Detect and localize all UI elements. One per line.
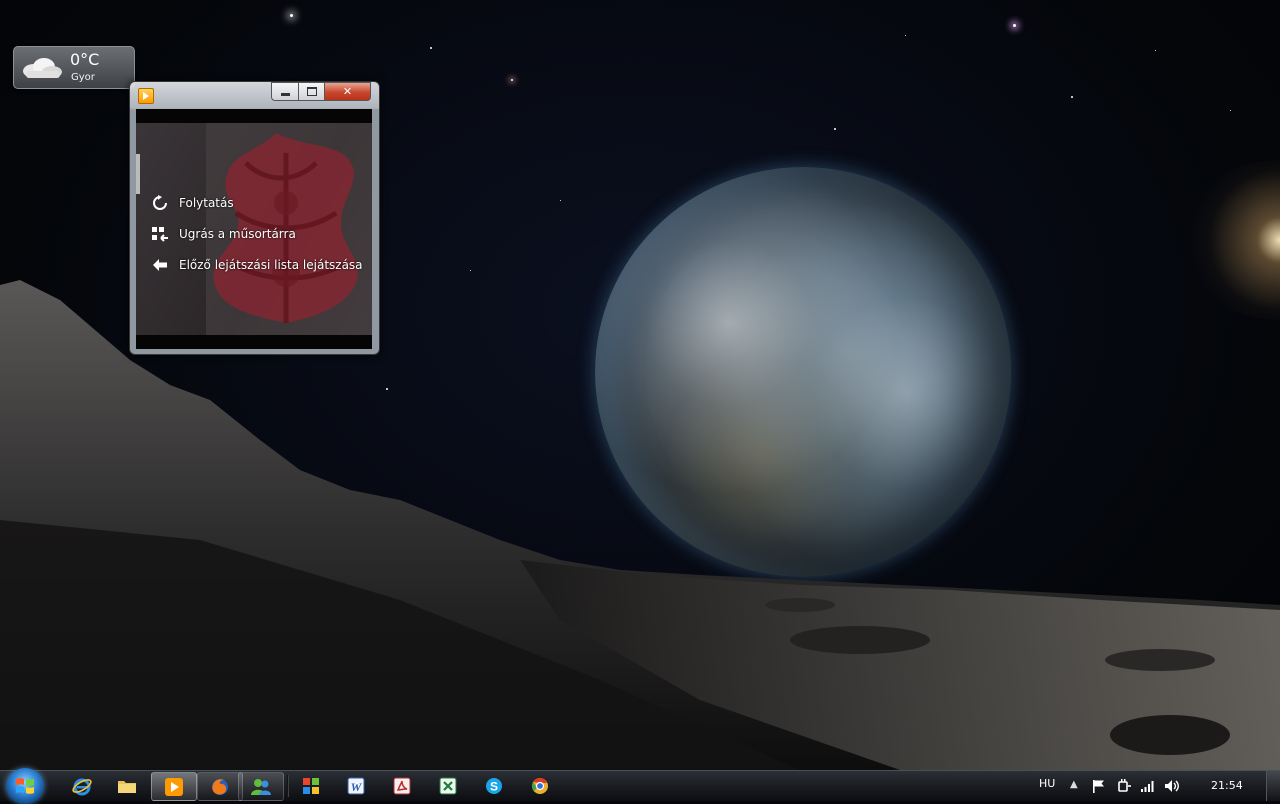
close-button[interactable]: ✕	[325, 82, 371, 101]
weather-city: Gyor	[71, 72, 95, 83]
resume-label: Folytatás	[179, 195, 234, 210]
windows-explorer-icon	[118, 780, 136, 793]
taskbar-skype[interactable]: S	[472, 772, 516, 799]
taskbar-windows-media-player[interactable]	[151, 772, 197, 801]
play-previous-playlist-label: Előző lejátszási lista lejátszása	[179, 257, 363, 272]
windows-start-icon	[16, 778, 34, 794]
skype-icon: S	[486, 777, 502, 794]
action-center-flag-icon[interactable]	[1091, 779, 1107, 793]
library-icon	[151, 226, 169, 242]
microsoft-word-icon: W	[347, 777, 365, 794]
taskbar-microsoft-office[interactable]	[289, 772, 333, 799]
minimize-button[interactable]	[271, 82, 299, 101]
start-button[interactable]	[6, 768, 44, 804]
volume-icon[interactable]	[1164, 779, 1180, 793]
input-language-indicator[interactable]: HU	[1039, 777, 1055, 790]
cloudy-weather-icon	[23, 58, 62, 78]
now-playing-area[interactable]: Folytatás Ugrás a műsortárra Előző leját…	[136, 109, 372, 349]
media-player-window[interactable]: ✕ Folytatás Ugrás a műsortárra Előző lej…	[129, 81, 380, 355]
internet-explorer-icon	[72, 778, 92, 795]
taskbar-microsoft-excel[interactable]	[426, 772, 470, 799]
minimize-icon	[280, 93, 290, 96]
microsoft-excel-icon	[439, 777, 457, 794]
resume-menu-item[interactable]: Folytatás	[151, 187, 363, 218]
taskbar-internet-explorer[interactable]	[60, 772, 104, 799]
window-caption-buttons: ✕	[271, 82, 371, 101]
weather-gadget[interactable]: 0°C Gyor	[13, 46, 135, 89]
acrobat-reader-icon	[393, 777, 411, 794]
windows-media-player-icon	[165, 777, 183, 796]
show-hidden-icons-button[interactable]: ▲	[1070, 779, 1078, 790]
taskbar-clock[interactable]: 21:54	[1211, 779, 1243, 792]
windows-live-messenger-icon	[251, 778, 271, 795]
maximize-icon	[306, 87, 317, 96]
taskbar-acrobat-reader[interactable]	[380, 772, 424, 799]
svg-text:W: W	[351, 780, 363, 794]
taskbar-windows-explorer[interactable]	[105, 772, 149, 799]
resume-icon	[151, 194, 169, 211]
go-to-library-menu-item[interactable]: Ugrás a műsortárra	[151, 218, 363, 249]
chrome-icon	[532, 777, 548, 794]
back-arrow-icon	[151, 257, 169, 273]
maximize-button[interactable]	[299, 82, 325, 101]
taskbar-firefox[interactable]	[197, 772, 243, 801]
power-plug-icon[interactable]	[1116, 779, 1132, 793]
taskbar-microsoft-word[interactable]: W	[334, 772, 378, 799]
video-scroll-indicator	[136, 154, 140, 194]
taskbar: W S HU ▲ 21:54	[0, 768, 1280, 804]
firefox-icon	[212, 778, 228, 795]
close-icon: ✕	[342, 85, 353, 98]
go-to-library-label: Ugrás a műsortárra	[179, 226, 296, 241]
play-previous-playlist-menu-item[interactable]: Előző lejátszási lista lejátszása	[151, 249, 363, 280]
now-playing-menu: Folytatás Ugrás a műsortárra Előző leját…	[151, 187, 363, 280]
taskbar-windows-live-messenger[interactable]	[238, 772, 284, 801]
weather-temperature: 0°C	[70, 50, 100, 69]
microsoft-office-icon	[303, 777, 319, 794]
network-signal-icon[interactable]	[1140, 779, 1156, 793]
svg-text:S: S	[490, 779, 498, 793]
windows-media-player-icon	[138, 88, 154, 104]
taskbar-chrome[interactable]	[518, 772, 562, 799]
show-desktop-button[interactable]	[1266, 771, 1280, 801]
